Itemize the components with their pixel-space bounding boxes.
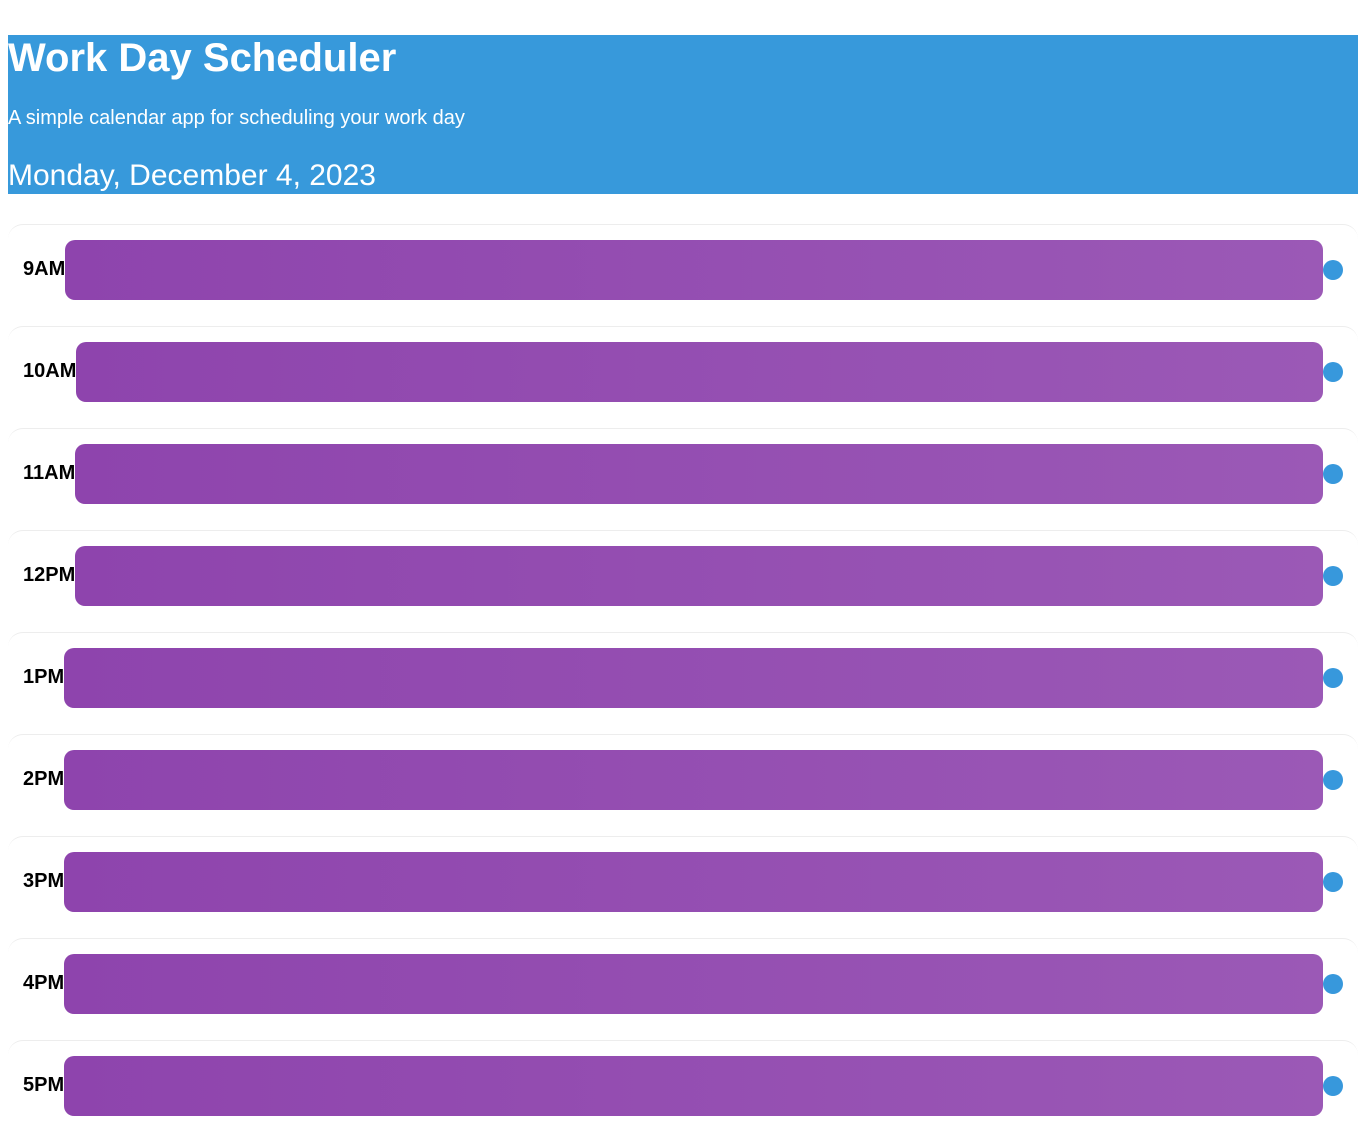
event-description-input[interactable] [75, 444, 1323, 504]
hour-label: 11AM [23, 461, 76, 484]
hour-label: 9AM [23, 257, 66, 280]
hour-label: 2PM [23, 767, 65, 790]
event-description-input[interactable] [64, 852, 1323, 912]
time-block-12pm: 12PM [8, 530, 1358, 630]
save-button[interactable] [1323, 362, 1343, 382]
time-block-11am: 11AM [8, 428, 1358, 528]
hour-label: 10AM [23, 359, 77, 382]
time-block-10am: 10AM [8, 326, 1358, 426]
save-button[interactable] [1323, 1076, 1343, 1096]
hour-label: 4PM [23, 971, 65, 994]
save-button[interactable] [1323, 872, 1343, 892]
page: Work Day Scheduler A simple calendar app… [0, 0, 1366, 1141]
time-blocks-container: 9AM 10AM 11AM 12PM 1PM 2PM 3PM 4PM 5PM [8, 224, 1358, 1141]
page-title: Work Day Scheduler [8, 36, 397, 80]
time-block-5pm: 5PM [8, 1040, 1358, 1140]
save-button[interactable] [1323, 770, 1343, 790]
event-description-input[interactable] [76, 342, 1323, 402]
event-description-input[interactable] [75, 546, 1323, 606]
event-description-input[interactable] [64, 954, 1323, 1014]
hour-label: 1PM [23, 665, 65, 688]
save-button[interactable] [1323, 260, 1343, 280]
time-block-9am: 9AM [8, 224, 1358, 324]
hour-label: 3PM [23, 869, 65, 892]
save-button[interactable] [1323, 464, 1343, 484]
event-description-input[interactable] [64, 648, 1323, 708]
save-button[interactable] [1323, 974, 1343, 994]
event-description-input[interactable] [64, 1056, 1323, 1116]
time-block-3pm: 3PM [8, 836, 1358, 936]
time-block-2pm: 2PM [8, 734, 1358, 834]
jumbotron-header: Work Day Scheduler A simple calendar app… [8, 35, 1358, 194]
page-subtitle: A simple calendar app for scheduling you… [8, 107, 465, 129]
event-description-input[interactable] [65, 240, 1323, 300]
save-button[interactable] [1323, 668, 1343, 688]
current-date: Monday, December 4, 2023 [8, 159, 376, 192]
event-description-input[interactable] [64, 750, 1323, 810]
hour-label: 12PM [23, 563, 76, 586]
time-block-1pm: 1PM [8, 632, 1358, 732]
hour-label: 5PM [23, 1073, 65, 1096]
time-block-4pm: 4PM [8, 938, 1358, 1038]
save-button[interactable] [1323, 566, 1343, 586]
